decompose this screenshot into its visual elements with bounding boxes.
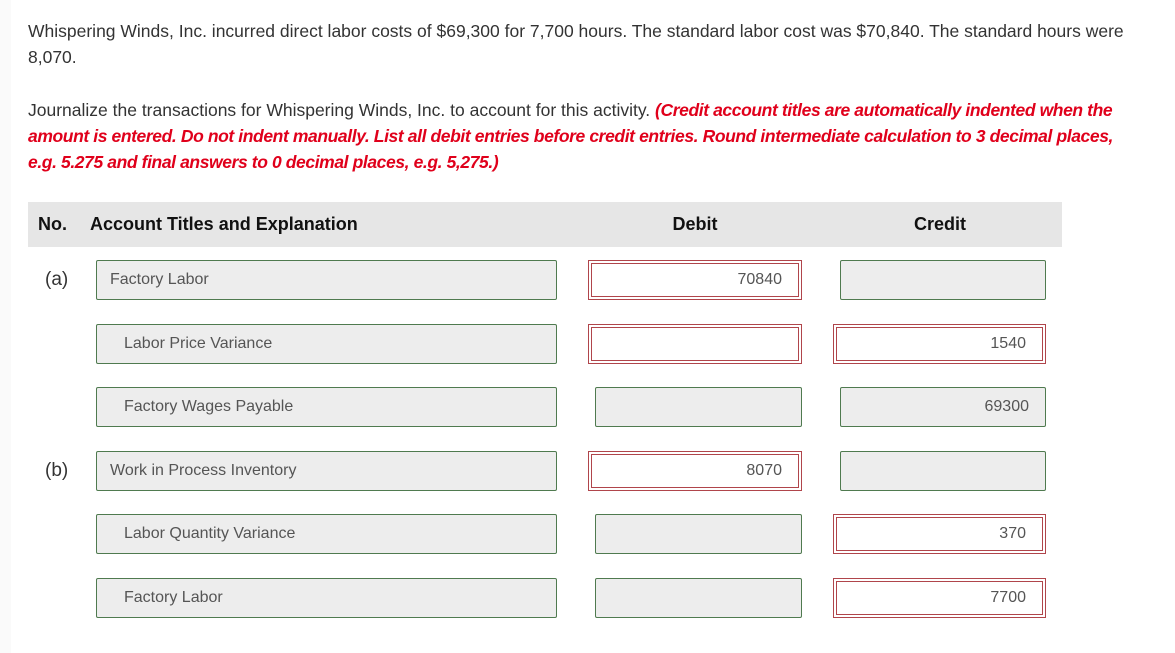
- credit-field[interactable]: [840, 451, 1046, 491]
- journal-row: Labor Price Variance 1540: [0, 324, 1175, 364]
- entry-label: (a): [45, 269, 69, 290]
- account-title-field[interactable]: Labor Quantity Variance: [96, 514, 557, 554]
- header-debit: Debit: [672, 214, 718, 234]
- journal-row: (b) Work in Process Inventory 8070: [0, 451, 1175, 491]
- credit-field[interactable]: 1540: [833, 324, 1046, 364]
- credit-field[interactable]: 7700: [833, 578, 1046, 618]
- account-title-field[interactable]: Factory Labor: [96, 578, 557, 618]
- entry-label: (b): [45, 460, 69, 481]
- header-no: No.: [38, 214, 67, 234]
- instructions: Journalize the transactions for Whisperi…: [28, 97, 1138, 175]
- journal-row: Factory Labor 7700: [0, 578, 1175, 618]
- debit-field[interactable]: [595, 514, 802, 554]
- journal-table-header: No. Account Titles and Explanation Debit…: [28, 202, 1062, 247]
- problem-statement: Whispering Winds, Inc. incurred direct l…: [28, 21, 1124, 67]
- account-title-field[interactable]: Work in Process Inventory: [96, 451, 557, 491]
- credit-field[interactable]: [840, 260, 1046, 300]
- debit-field[interactable]: [595, 387, 802, 427]
- debit-field[interactable]: [595, 578, 802, 618]
- header-credit: Credit: [913, 214, 966, 234]
- account-title-field[interactable]: Factory Labor: [96, 260, 557, 300]
- account-title-field[interactable]: Labor Price Variance: [96, 324, 557, 364]
- instruction-text: Journalize the transactions for Whisperi…: [28, 100, 651, 120]
- debit-field[interactable]: 70840: [588, 260, 802, 300]
- journal-row: Labor Quantity Variance 370: [0, 514, 1175, 554]
- credit-field[interactable]: 69300: [840, 387, 1046, 427]
- journal-row: Factory Wages Payable 69300: [0, 387, 1175, 427]
- credit-field[interactable]: 370: [833, 514, 1046, 554]
- account-title-field[interactable]: Factory Wages Payable: [96, 387, 557, 427]
- header-account: Account Titles and Explanation: [90, 214, 358, 234]
- debit-field[interactable]: [588, 324, 802, 364]
- journal-row: (a) Factory Labor 70840: [0, 260, 1175, 300]
- debit-field[interactable]: 8070: [588, 451, 802, 491]
